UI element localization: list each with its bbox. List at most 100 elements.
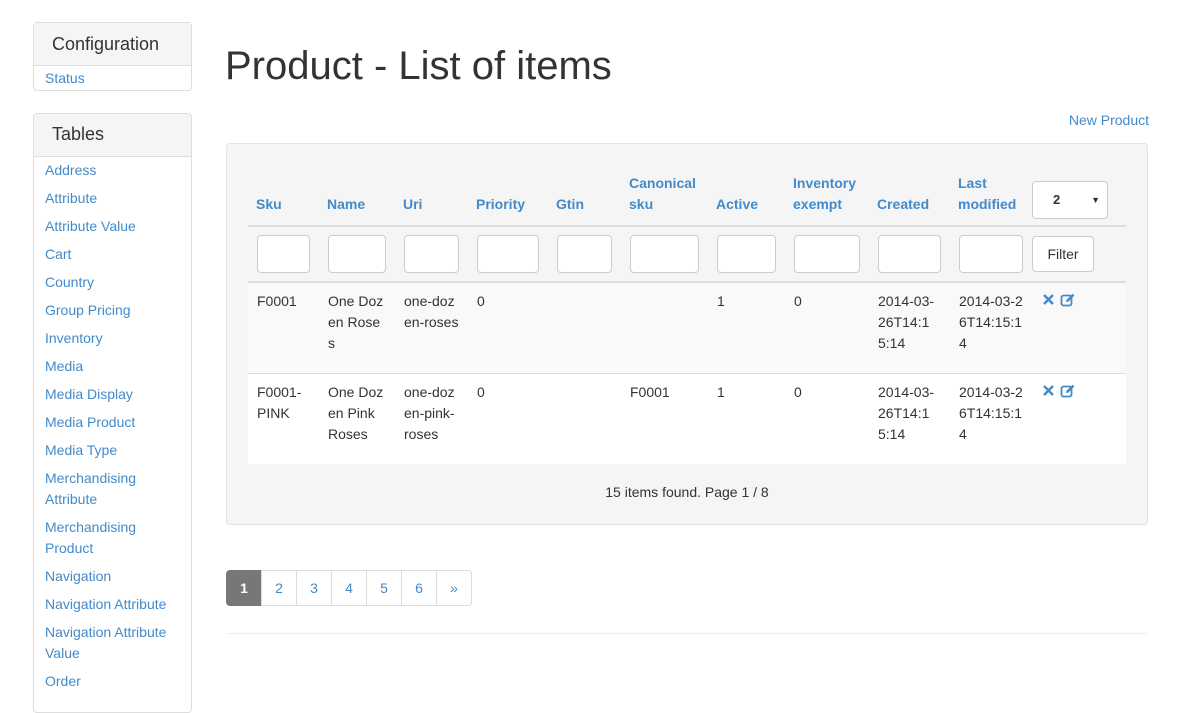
dropdown-caret-icon: ▼	[1091, 195, 1100, 205]
sidebar-item-status[interactable]: Status	[34, 68, 191, 89]
filter-input-canonical-sku[interactable]	[630, 235, 699, 273]
filter-input-sku[interactable]	[257, 235, 310, 273]
page-size-cell: 2 ▼	[1032, 165, 1126, 227]
filter-cell	[468, 226, 548, 283]
cell-priority: 0	[468, 372, 548, 464]
cell-sku: F0001	[248, 281, 319, 373]
filter-cell	[708, 226, 785, 283]
pagination-page-6[interactable]: 6	[401, 570, 437, 606]
cell-sku: F0001-PINK	[248, 372, 319, 464]
sidebar-item-country[interactable]: Country	[34, 271, 191, 299]
cell-active: 1	[708, 281, 785, 373]
sidebar-item-merchandising-product[interactable]: Merchandising Product	[34, 516, 191, 565]
page-size-select[interactable]: 2 ▼	[1032, 181, 1108, 219]
cell-name: One Dozen Roses	[319, 281, 395, 373]
sidebar-item-inventory[interactable]: Inventory	[34, 327, 191, 355]
configuration-heading: Configuration	[34, 23, 191, 66]
filter-cell	[319, 226, 395, 283]
page-size-value: 2	[1053, 192, 1061, 207]
cell-last-modified: 2014-03-26T14:15:14	[950, 372, 1032, 464]
configuration-list: Status	[34, 66, 191, 89]
filter-cell	[869, 226, 950, 283]
remove-icon[interactable]	[1041, 383, 1056, 398]
sidebar-item-media[interactable]: Media	[34, 355, 191, 383]
column-header-last-modified[interactable]: Last modified	[950, 165, 1032, 227]
cell-canonical-sku	[621, 281, 708, 373]
filter-cell	[621, 226, 708, 283]
cell-created: 2014-03-26T14:15:14	[869, 372, 950, 464]
cell-created: 2014-03-26T14:15:14	[869, 281, 950, 373]
edit-icon[interactable]	[1060, 383, 1075, 398]
filter-input-last-modified[interactable]	[959, 235, 1023, 273]
filter-input-active[interactable]	[717, 235, 776, 273]
filter-cell	[950, 226, 1032, 283]
sidebar-item-order[interactable]: Order	[34, 670, 191, 698]
table-row: F0001-PINK One Dozen Pink Roses one-dozen-…	[248, 372, 1126, 464]
filter-cell	[248, 226, 319, 283]
filter-input-gtin[interactable]	[557, 235, 612, 273]
sidebar-item-address[interactable]: Address	[34, 159, 191, 187]
sidebar-item-cart[interactable]: Cart	[34, 243, 191, 271]
edit-icon[interactable]	[1060, 292, 1075, 307]
column-header-gtin[interactable]: Gtin	[548, 165, 621, 227]
divider	[226, 633, 1148, 634]
cell-inventory-exempt: 0	[785, 281, 869, 373]
sidebar-item-attribute[interactable]: Attribute	[34, 187, 191, 215]
sidebar-item-navigation-attribute-value[interactable]: Navigation Attribute Value	[34, 621, 191, 670]
cell-gtin	[548, 281, 621, 373]
pagination-page-4[interactable]: 4	[331, 570, 367, 606]
sidebar-item-group-pricing[interactable]: Group Pricing	[34, 299, 191, 327]
sidebar-item-navigation-attribute[interactable]: Navigation Attribute	[34, 593, 191, 621]
table-row: F0001 One Dozen Roses one-dozen-roses 0 1 0 20…	[248, 281, 1126, 373]
filter-input-name[interactable]	[328, 235, 386, 273]
cell-canonical-sku: F0001	[621, 372, 708, 464]
filter-input-priority[interactable]	[477, 235, 539, 273]
cell-priority: 0	[468, 281, 548, 373]
pagination-page-5[interactable]: 5	[366, 570, 402, 606]
cell-inventory-exempt: 0	[785, 372, 869, 464]
row-actions	[1032, 372, 1126, 464]
filter-cell	[548, 226, 621, 283]
filter-input-inventory-exempt[interactable]	[794, 235, 860, 273]
product-grid: Sku Name Uri Priority Gtin Canonical sku Activ…	[248, 165, 1126, 464]
column-header-canonical-sku[interactable]: Canonical sku	[621, 165, 708, 227]
column-header-priority[interactable]: Priority	[468, 165, 548, 227]
column-header-uri[interactable]: Uri	[395, 165, 468, 227]
sidebar-item-media-type[interactable]: Media Type	[34, 439, 191, 467]
filter-input-created[interactable]	[878, 235, 941, 273]
sidebar-item-media-display[interactable]: Media Display	[34, 383, 191, 411]
remove-icon[interactable]	[1041, 292, 1056, 307]
sidebar-item-attribute-value[interactable]: Attribute Value	[34, 215, 191, 243]
sidebar-item-media-product[interactable]: Media Product	[34, 411, 191, 439]
column-header-name[interactable]: Name	[319, 165, 395, 227]
filter-input-uri[interactable]	[404, 235, 459, 273]
column-header-inventory-exempt[interactable]: Inventory exempt	[785, 165, 869, 227]
cell-uri: one-dozen-roses	[395, 281, 468, 373]
grid-panel: Sku Name Uri Priority Gtin Canonical sku Activ…	[226, 143, 1148, 525]
column-header-active[interactable]: Active	[708, 165, 785, 227]
sidebar-item-merchandising-attribute[interactable]: Merchandising Attribute	[34, 467, 191, 516]
header-row: Sku Name Uri Priority Gtin Canonical sku Activ…	[248, 165, 1126, 227]
new-product-link[interactable]: New Product	[1069, 112, 1149, 128]
pagination-page-2[interactable]: 2	[261, 570, 297, 606]
cell-last-modified: 2014-03-26T14:15:14	[950, 281, 1032, 373]
product-table: Sku Name Uri Priority Gtin Canonical sku Activ…	[248, 165, 1126, 464]
cell-gtin	[548, 372, 621, 464]
tables-panel: Tables Address Attribute Attribute Value Ca…	[33, 113, 192, 713]
pagination-next[interactable]: »	[436, 570, 472, 606]
cell-uri: one-dozen-pink-roses	[395, 372, 468, 464]
filter-cell	[785, 226, 869, 283]
sidebar-item-navigation[interactable]: Navigation	[34, 565, 191, 593]
filter-button[interactable]: Filter	[1032, 236, 1094, 272]
column-header-created[interactable]: Created	[869, 165, 950, 227]
pagination-page-3[interactable]: 3	[296, 570, 332, 606]
configuration-panel: Configuration Status	[33, 22, 192, 91]
filter-row: Filter	[248, 226, 1126, 283]
column-header-sku[interactable]: Sku	[248, 165, 319, 227]
cell-name: One Dozen Pink Roses	[319, 372, 395, 464]
filter-cell	[395, 226, 468, 283]
pagination-page-1[interactable]: 1	[226, 570, 262, 606]
tables-list: Address Attribute Attribute Value Cart Count…	[34, 157, 191, 698]
tables-heading: Tables	[34, 114, 191, 157]
table-body: F0001 One Dozen Roses one-dozen-roses 0 1 0 20…	[248, 281, 1126, 464]
